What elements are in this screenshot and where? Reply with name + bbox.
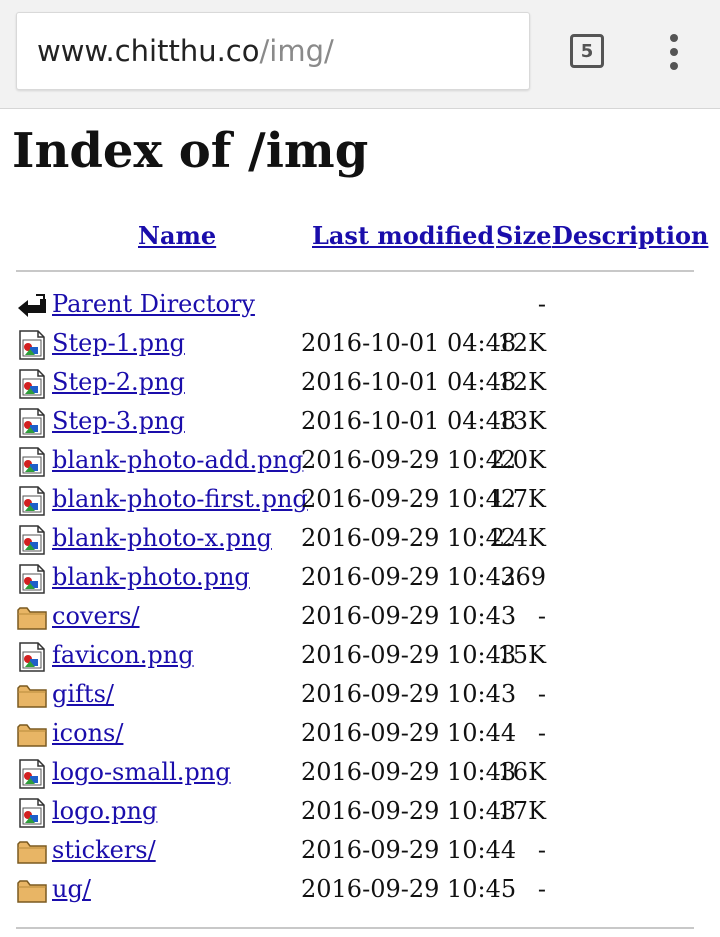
sort-by-name-link[interactable]: Name	[138, 221, 216, 250]
address-bar[interactable]: www.chitthu.co/img/	[16, 12, 530, 90]
file-link[interactable]: Step-3.png	[52, 407, 185, 435]
file-row: logo.png 2016-09-29 10:43 17K	[0, 794, 720, 833]
image-file-icon	[16, 525, 48, 555]
image-file-icon	[16, 447, 48, 477]
file-size: -	[537, 290, 546, 318]
image-file-icon	[16, 798, 48, 828]
file-row: favicon.png 2016-09-29 10:43 15K	[0, 638, 720, 677]
file-link[interactable]: blank-photo-add.png	[52, 446, 303, 474]
file-size: 13K	[497, 407, 546, 435]
parent-directory-link[interactable]: Parent Directory	[52, 290, 255, 318]
sort-by-description-link[interactable]: Description	[552, 221, 708, 250]
column-header-size[interactable]: Size	[496, 221, 551, 250]
url-path: /img/	[259, 34, 334, 68]
file-link[interactable]: icons/	[52, 719, 123, 747]
file-size: 2.4K	[489, 524, 546, 552]
file-link[interactable]: ug/	[52, 875, 91, 903]
image-file-icon	[16, 330, 48, 360]
back-arrow-icon	[16, 291, 48, 321]
folder-icon	[16, 876, 48, 906]
file-row: blank-photo-first.png 2016-09-29 10:42 1.7…	[0, 482, 720, 521]
file-size: -	[537, 680, 546, 708]
tab-count: 5	[580, 40, 594, 62]
file-link[interactable]: logo.png	[52, 797, 157, 825]
folder-icon	[16, 837, 48, 867]
file-size: 12K	[497, 329, 546, 357]
file-link[interactable]: stickers/	[52, 836, 156, 864]
column-header-name[interactable]: Name	[138, 221, 216, 250]
file-link[interactable]: favicon.png	[52, 641, 194, 669]
file-row: logo-small.png 2016-09-29 10:43 16K	[0, 755, 720, 794]
file-size: -	[537, 602, 546, 630]
file-row: icons/2016-09-29 10:44-	[0, 716, 720, 755]
image-file-icon	[16, 759, 48, 789]
file-row: Step-2.png 2016-10-01 04:48 12K	[0, 365, 720, 404]
page-title: Index of /img	[12, 123, 369, 179]
file-row: gifts/2016-09-29 10:43-	[0, 677, 720, 716]
image-file-icon	[16, 564, 48, 594]
file-link[interactable]: gifts/	[52, 680, 114, 708]
url-host: www.chitthu.co	[37, 34, 260, 68]
file-row: ug/2016-09-29 10:45-	[0, 872, 720, 911]
file-size: -	[537, 875, 546, 903]
header-divider	[16, 270, 694, 272]
folder-icon	[16, 681, 48, 711]
file-row: blank-photo-x.png 2016-09-29 10:42 2.4K	[0, 521, 720, 560]
overflow-menu-icon[interactable]	[662, 34, 686, 70]
footer-divider	[16, 927, 694, 929]
file-link[interactable]: Step-2.png	[52, 368, 185, 396]
image-file-icon	[16, 486, 48, 516]
file-row: Step-3.png 2016-10-01 04:48 13K	[0, 404, 720, 443]
file-link[interactable]: Step-1.png	[52, 329, 185, 357]
file-link[interactable]: covers/	[52, 602, 140, 630]
image-file-icon	[16, 408, 48, 438]
file-size: 1.7K	[489, 485, 546, 513]
file-size: 17K	[497, 797, 546, 825]
column-header-description[interactable]: Description	[552, 221, 708, 250]
image-file-icon	[16, 369, 48, 399]
sort-by-size-link[interactable]: Size	[496, 221, 551, 250]
file-link[interactable]: blank-photo.png	[52, 563, 250, 591]
tab-switcher-button[interactable]: 5	[570, 34, 604, 68]
file-row: blank-photo.png 2016-09-29 10:42 369	[0, 560, 720, 599]
file-size: -	[537, 719, 546, 747]
file-row: blank-photo-add.png 2016-09-29 10:42 2.0K	[0, 443, 720, 482]
file-row: Step-1.png 2016-10-01 04:48 12K	[0, 326, 720, 365]
file-size: 16K	[497, 758, 546, 786]
file-size: -	[537, 836, 546, 864]
folder-icon	[16, 720, 48, 750]
file-row: covers/2016-09-29 10:43-	[0, 599, 720, 638]
sort-by-date-link[interactable]: Last modified	[312, 221, 494, 250]
file-link[interactable]: blank-photo-x.png	[52, 524, 272, 552]
file-size: 2.0K	[489, 446, 546, 474]
file-size: 15K	[497, 641, 546, 669]
file-link[interactable]: logo-small.png	[52, 758, 231, 786]
column-header-last-modified[interactable]: Last modified	[312, 221, 494, 250]
browser-toolbar: www.chitthu.co/img/ 5	[0, 0, 720, 109]
file-size: 369	[500, 563, 546, 591]
file-link[interactable]: blank-photo-first.png	[52, 485, 308, 513]
file-size: 12K	[497, 368, 546, 396]
file-row: Parent Directory -	[0, 287, 720, 326]
folder-icon	[16, 603, 48, 633]
file-row: stickers/2016-09-29 10:44-	[0, 833, 720, 872]
image-file-icon	[16, 642, 48, 672]
